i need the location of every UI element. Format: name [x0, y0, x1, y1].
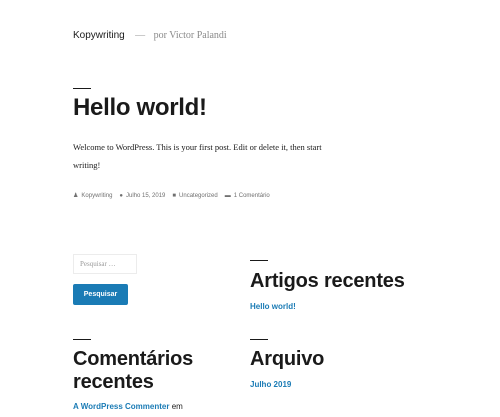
comment-connector: em: [171, 402, 183, 411]
comment-icon: ▬: [224, 192, 231, 199]
recent-posts-title: Artigos recentes: [250, 270, 405, 292]
recent-comments-title-line1: Comentários: [73, 348, 194, 370]
recent-post-link[interactable]: Hello world!: [250, 302, 296, 311]
search-input[interactable]: Pesquisar …: [73, 254, 137, 274]
widget-divider: [73, 339, 91, 340]
meta-author[interactable]: ♟ Kopywriting: [73, 192, 113, 200]
meta-author-label: Kopywriting: [81, 192, 113, 199]
widget-divider: [250, 339, 268, 340]
folder-icon: ■: [172, 192, 177, 199]
archives-title: Arquivo: [250, 348, 325, 370]
meta-date-label: Julho 15, 2019: [126, 192, 166, 199]
title-separator: —: [135, 30, 146, 41]
site-description: por Victor Palandi: [153, 30, 227, 41]
comment-author-link[interactable]: A WordPress Commenter: [73, 402, 169, 411]
site-title-link[interactable]: Kopywriting: [73, 30, 125, 41]
meta-comments[interactable]: ▬ 1 Comentário: [225, 193, 270, 199]
clock-icon: ●: [119, 192, 124, 199]
recent-comments-title: Comentários recentes: [73, 348, 193, 394]
post-meta: ♟ Kopywriting ● Julho 15, 2019 ■ Uncateg…: [73, 192, 277, 200]
post-divider: [73, 88, 91, 89]
widget-divider: [250, 260, 268, 261]
recent-comment-item: A WordPress Commenter em: [73, 402, 183, 411]
archive-link[interactable]: Julho 2019: [250, 380, 291, 389]
post-content: Welcome to WordPress. This is your first…: [73, 142, 322, 170]
site-header: Kopywriting — por Victor Palandi: [73, 25, 227, 43]
user-icon: ♟: [73, 193, 79, 199]
post-title-link[interactable]: Hello world!: [73, 94, 207, 122]
meta-date[interactable]: ● Julho 15, 2019: [119, 193, 165, 199]
meta-category[interactable]: ■ Uncategorized: [172, 193, 217, 199]
meta-comments-label: 1 Comentário: [233, 192, 270, 199]
recent-comments-title-line2: recentes: [73, 371, 154, 393]
meta-category-label: Uncategorized: [179, 192, 218, 199]
search-button[interactable]: Pesquisar: [73, 284, 128, 305]
